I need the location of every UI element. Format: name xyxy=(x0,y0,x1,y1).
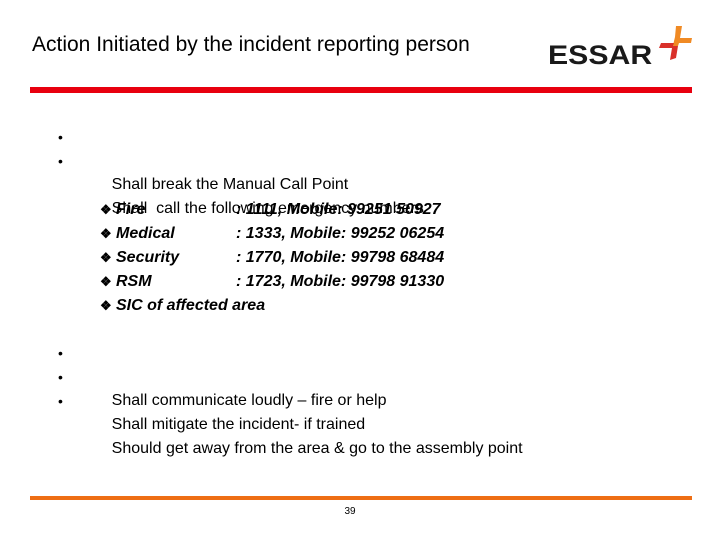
essar-cross-icon xyxy=(659,26,692,60)
contact-number: : 1723, Mobile: 99798 91330 xyxy=(236,273,445,290)
bullet-item: • Shall communicate loudly – fire or hel… xyxy=(58,341,523,409)
footer-divider-orange xyxy=(30,496,692,500)
contact-name: SIC of affected area xyxy=(116,297,266,314)
bullet-item: • Shall mitigate the incident- if traine… xyxy=(58,365,523,433)
bullet-item: • Shall call the following emergency num… xyxy=(58,149,424,217)
logo-text: ESSAR xyxy=(548,40,653,70)
bullet-text: Shall mitigate the incident- if trained xyxy=(111,416,366,433)
contact-item-rsm: ❖ RSM : 1723, Mobile: 99798 91330 xyxy=(100,270,444,294)
bullet-item: • Should get away from the area & go to … xyxy=(58,389,523,457)
slide-title: Action Initiated by the incident reporti… xyxy=(32,33,470,56)
diamond-bullet-icon: ❖ xyxy=(100,226,112,241)
contact-item-medical: ❖ Medical : 1333, Mobile: 99252 06254 xyxy=(100,222,444,246)
contact-name: Medical xyxy=(116,225,175,242)
contact-item-sic: ❖ SIC of affected area xyxy=(100,294,265,318)
bullet-text: Shall break the Manual Call Point xyxy=(111,176,349,193)
contact-number: : 1111, Mobile: 99251 50927 xyxy=(236,201,441,218)
bullet-dot: • xyxy=(58,153,63,169)
bullet-text: Should get away from the area & go to th… xyxy=(111,440,523,457)
bullet-item: • Shall break the Manual Call Point xyxy=(58,125,424,193)
bullet-dot: • xyxy=(58,129,63,145)
contact-item-security: ❖ Security : 1770, Mobile: 99798 68484 xyxy=(100,246,444,270)
page-number: 39 xyxy=(344,506,356,517)
diamond-bullet-icon: ❖ xyxy=(100,202,112,217)
diamond-bullet-icon: ❖ xyxy=(100,250,112,265)
contact-number: : 1333, Mobile: 99252 06254 xyxy=(236,225,445,242)
contact-name: Security xyxy=(116,249,180,266)
contact-item-fire: ❖ Fire : 1111, Mobile: 99251 50927 xyxy=(100,198,441,222)
bullet-dot: • xyxy=(58,393,63,409)
bullet-list-bottom: • Shall communicate loudly – fire or hel… xyxy=(58,341,523,457)
bullet-dot: • xyxy=(58,345,63,361)
contact-name: RSM xyxy=(116,273,152,290)
title-divider-red xyxy=(30,87,692,93)
diamond-bullet-icon: ❖ xyxy=(100,274,112,289)
bullet-dot: • xyxy=(58,369,63,385)
contact-number: : 1770, Mobile: 99798 68484 xyxy=(236,249,445,266)
bullet-list-top: • Shall break the Manual Call Point • Sh… xyxy=(58,125,424,217)
contact-name: Fire xyxy=(116,201,146,218)
essar-logo: ESSAR xyxy=(546,24,692,70)
diamond-bullet-icon: ❖ xyxy=(100,298,112,313)
emergency-contacts-list: ❖ Fire : 1111, Mobile: 99251 50927 ❖ Medica… xyxy=(100,198,444,318)
